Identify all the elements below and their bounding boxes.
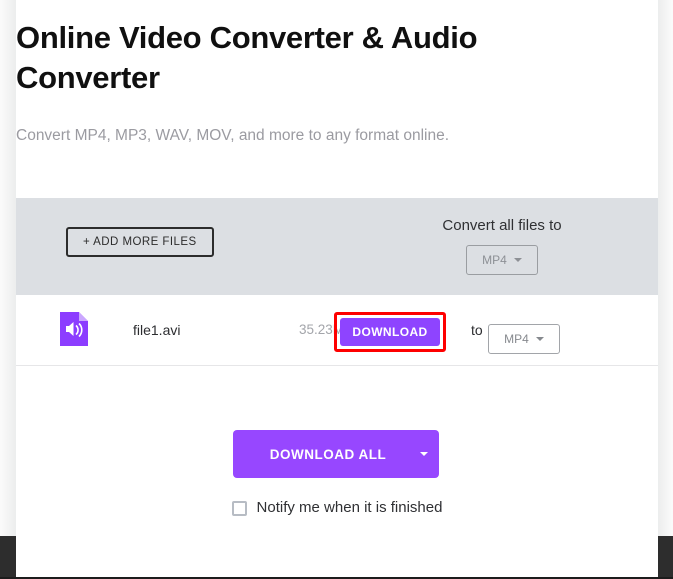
right-edge-gutter [658,0,673,536]
to-label: to [471,322,483,338]
left-edge-dark-bar [0,536,16,577]
page-title: Online Video Converter & Audio Converter [16,20,478,95]
card-header-toolbar: + ADD MORE FILES Convert all files to MP… [16,198,658,295]
file-format-select[interactable]: MP4 [488,324,560,354]
download-all-chevron-down-icon[interactable] [409,452,439,456]
file-name: file1.avi [133,322,181,338]
hero-section: Online Video Converter & Audio Converter… [0,0,673,147]
converter-card: + ADD MORE FILES Convert all files to MP… [16,198,658,536]
chevron-down-icon [513,258,522,262]
add-more-files-button[interactable]: + ADD MORE FILES [66,227,214,257]
convert-all-format-select[interactable]: MP4 [466,245,538,275]
download-button[interactable]: DOWNLOAD [340,318,440,346]
convert-all-format-value: MP4 [482,253,507,267]
notify-label[interactable]: Notify me when it is finished [257,497,443,519]
convert-all-label: Convert all files to [442,217,562,234]
page-root: Online Video Converter & Audio Converter… [0,0,673,579]
chevron-down-icon [535,337,544,341]
page-subtitle: Convert MP4, MP3, WAV, MOV, and more to … [16,127,450,144]
convert-all-section: Convert all files to MP4 [412,215,592,275]
left-edge-gutter [0,0,16,536]
notify-checkbox-row[interactable]: Notify me when it is finished [16,497,658,519]
notify-checkbox[interactable] [231,500,247,516]
card-actions-section: DOWNLOAD ALL Notify me when it is finish… [16,366,658,536]
audio-file-icon [60,312,88,346]
download-all-label: DOWNLOAD ALL [269,446,387,462]
right-edge-dark-bar [658,536,673,577]
download-all-button[interactable]: DOWNLOAD ALL [233,430,439,478]
download-button-highlight: DOWNLOAD [334,312,446,352]
file-format-value: MP4 [504,332,529,346]
